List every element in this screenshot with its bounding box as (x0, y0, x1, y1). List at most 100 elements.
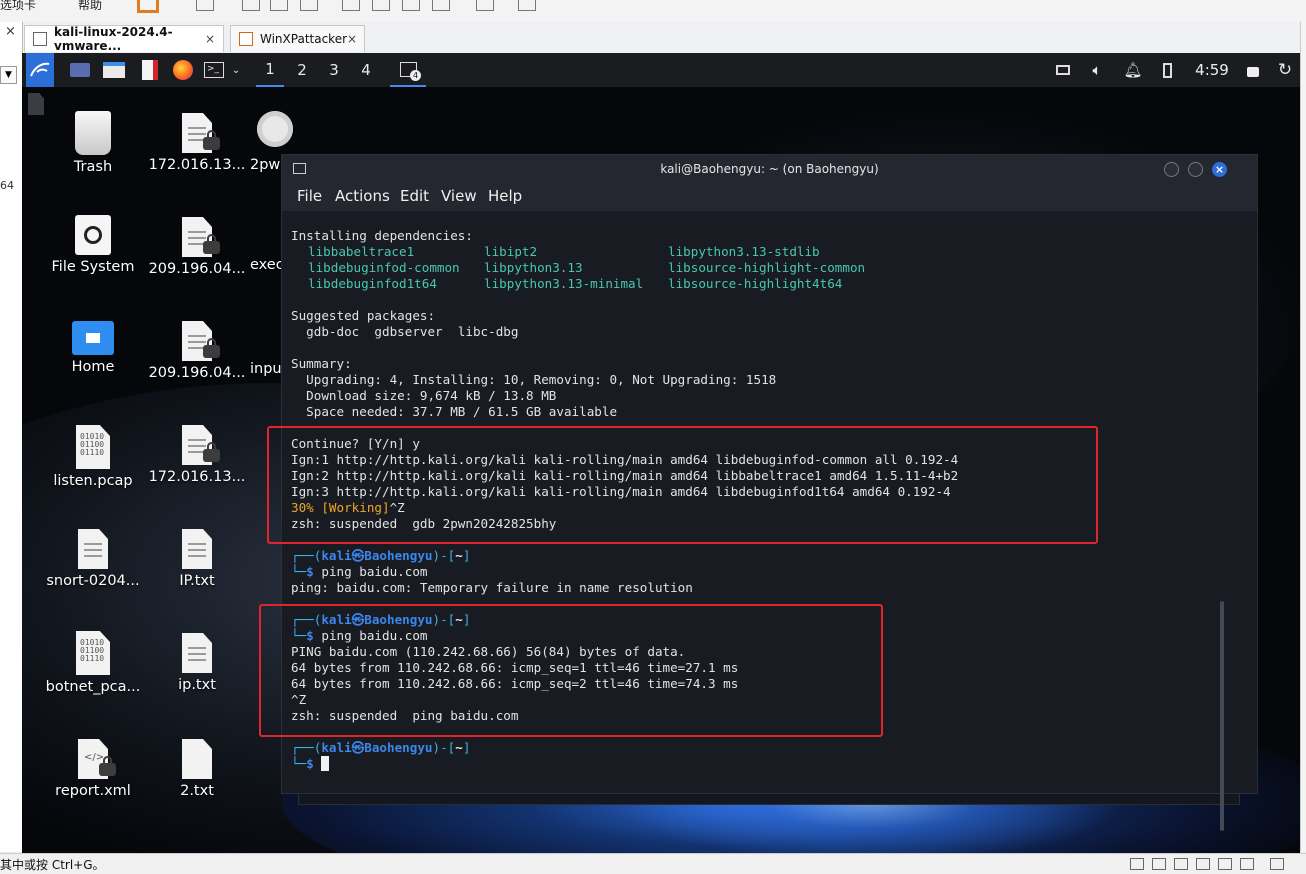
desktop-icon-label: inpu (250, 361, 282, 377)
menu-view[interactable]: View (441, 187, 477, 205)
desktop-icon-inpu[interactable]: inpu (250, 357, 286, 377)
view-tabs-icon[interactable] (372, 0, 390, 11)
library-close-icon[interactable]: × (5, 24, 16, 39)
highlight-box-ping-success (259, 604, 883, 737)
hdd-icon[interactable] (1130, 858, 1144, 870)
workspace-1[interactable]: 1 (256, 53, 284, 87)
console-icon[interactable] (476, 0, 494, 11)
terminal-titlebar[interactable]: kali@Baohengyu: ~ (on Baohengyu) × (282, 155, 1257, 183)
desktop-icon-ip-upper[interactable]: IP.txt (147, 529, 247, 589)
desktop-icon-label: 172.016.13... (148, 469, 246, 485)
firefox-button[interactable] (170, 53, 196, 87)
desktop-icon-label: ip.txt (178, 677, 216, 693)
menu-actions[interactable]: Actions (335, 187, 390, 205)
package-name: libdebuginfod-common (308, 260, 460, 275)
revert-icon[interactable] (270, 0, 288, 11)
printer-icon[interactable] (1240, 858, 1254, 870)
close-button[interactable]: × (1212, 162, 1227, 177)
prompt-user: kali㉿Baohengyu (321, 740, 433, 755)
editor-icon (142, 60, 158, 80)
usb-icon[interactable] (1174, 858, 1188, 870)
tab-close-icon[interactable]: × (347, 32, 357, 46)
manage-snapshots-icon[interactable] (300, 0, 318, 11)
host-menu-tabs[interactable]: 选项卡 (0, 0, 36, 13)
text-editor-button[interactable] (138, 53, 162, 87)
menu-help[interactable]: Help (488, 187, 522, 205)
desktop-icon-exec[interactable]: exec (250, 253, 286, 273)
menu-edit[interactable]: Edit (400, 187, 429, 205)
file-manager-button[interactable] (102, 53, 126, 87)
desktop-icon-file[interactable]: 172.016.13... (147, 113, 247, 173)
display-icon[interactable] (1218, 858, 1232, 870)
kali-menu-button[interactable] (26, 53, 54, 87)
maximize-button[interactable] (1188, 162, 1203, 177)
desktop-icon-file[interactable]: 172.016.13... (147, 425, 247, 485)
desktop-icon-home[interactable]: Home (43, 321, 143, 375)
desktop-icon-file[interactable]: 209.196.04... (147, 321, 247, 381)
lock-screen-icon[interactable] (1242, 53, 1264, 87)
terminal-launcher-button[interactable]: >_ (202, 53, 226, 87)
terminal-scrollbar[interactable] (1220, 601, 1224, 831)
highlight-box-gdb-install (267, 426, 1098, 544)
menu-file[interactable]: File (297, 187, 322, 205)
desktop-icon-label: 209.196.04... (148, 261, 246, 277)
workspace-2[interactable]: 2 (288, 53, 316, 87)
panel-clock[interactable]: 4:59 (1182, 53, 1242, 87)
terminal-line: ping: baidu.com: Temporary failure in na… (291, 580, 693, 595)
view-fullscreen-icon[interactable] (402, 0, 420, 11)
show-desktop-button[interactable] (68, 53, 92, 87)
host-scrollbar[interactable] (1300, 22, 1306, 852)
pause-icon[interactable] (137, 0, 159, 13)
terminal-title: kali@Baohengyu: ~ (on Baohengyu) (660, 162, 879, 176)
network-adapter-icon[interactable] (1152, 858, 1166, 870)
volume-icon[interactable]: 🔈︎ (1086, 53, 1108, 87)
taskbar-terminal[interactable]: 4 (390, 53, 426, 87)
host-menu-help[interactable]: 帮助 (78, 0, 102, 13)
workspace-3[interactable]: 3 (320, 53, 348, 87)
package-name: libpython3.13-minimal (484, 276, 644, 291)
tab-close-icon[interactable]: × (205, 32, 215, 46)
terminal-line: Installing dependencies: (291, 228, 473, 243)
sound-icon[interactable] (1196, 858, 1210, 870)
network-icon[interactable] (1052, 53, 1074, 87)
text-cursor (321, 756, 330, 771)
terminal-line: Space needed: 37.7 MB / 61.5 GB availabl… (291, 404, 618, 419)
desktop-icon-filesystem[interactable]: File System (43, 215, 143, 275)
desktop-icon-listen-pcap[interactable]: 01010 01100 01110 listen.pcap (43, 425, 143, 489)
desktop-icon-label: listen.pcap (53, 473, 133, 489)
trash-icon (75, 111, 111, 155)
snapshot-icon[interactable] (242, 0, 260, 11)
vmware-status-bar: 其中或按 Ctrl+G。 (0, 853, 1306, 874)
desktop-icon-2txt[interactable]: 2.txt (147, 739, 247, 799)
notifications-bell-icon[interactable]: 🔔︎ (1122, 53, 1144, 87)
stretch-icon[interactable] (518, 0, 536, 11)
desktop-icon-botnet[interactable]: 01010 01100 01110 botnet_pca... (43, 631, 143, 695)
fit-guest-icon[interactable] (1270, 858, 1284, 870)
desktop-icon-file[interactable]: 209.196.04... (147, 217, 247, 277)
library-dropdown[interactable]: ▼ (0, 66, 17, 84)
terminal-line: Summary: (291, 356, 352, 371)
send-keys-icon[interactable] (196, 0, 214, 11)
kali-dragon-icon (30, 62, 50, 77)
battery-icon[interactable] (1156, 53, 1178, 87)
desktop-icon-label: 2.txt (180, 783, 214, 799)
lock-icon (203, 338, 220, 358)
logout-icon[interactable]: ↻ (1274, 53, 1296, 87)
xfce-panel: >_ ⌄ 1 2 3 4 4 🔈︎ 🔔︎ 4:59 ↻ (22, 53, 1300, 87)
tab-winxpattacker[interactable]: WinXPattacker × (230, 25, 365, 52)
desktop-icon-trash[interactable]: Trash (43, 111, 143, 175)
package-name: libpython3.13-stdlib (668, 244, 820, 259)
active-command-line[interactable]: └─$ (291, 756, 330, 772)
tab-kali-linux[interactable]: kali-linux-2024.4-vmware... × (24, 25, 224, 53)
partial-file-icon[interactable] (28, 93, 44, 115)
terminal-dropdown-icon[interactable]: ⌄ (228, 53, 244, 87)
desktop-icon-ip-lower[interactable]: ip.txt (147, 633, 247, 693)
workspace-4[interactable]: 4 (352, 53, 380, 87)
unity-icon[interactable] (432, 0, 450, 11)
view-normal-icon[interactable] (342, 0, 360, 11)
desktop-icon-label: report.xml (55, 783, 131, 799)
desktop-icon-report[interactable]: </> report.xml (43, 739, 143, 799)
package-name: libipt2 (484, 244, 538, 259)
desktop-icon-snort[interactable]: snort-0204... (43, 529, 143, 589)
minimize-button[interactable] (1164, 162, 1179, 177)
